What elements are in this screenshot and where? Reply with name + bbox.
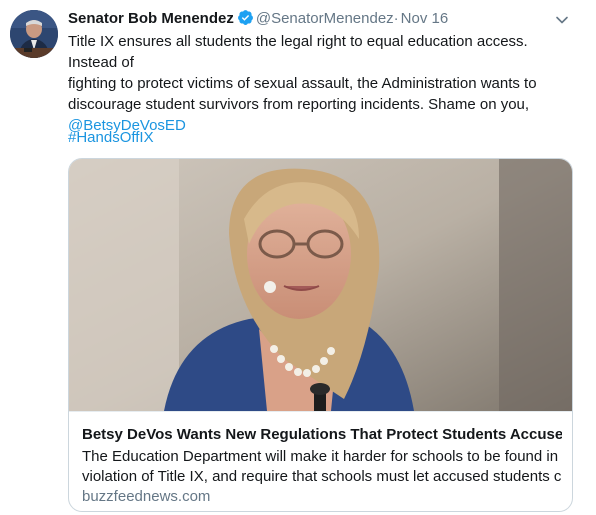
- tweet-text-line: Title IX ensures all students the legal …: [68, 33, 528, 71]
- card-description-line: The Education Department will make it ha…: [82, 448, 559, 465]
- tweet-date[interactable]: Nov 16: [401, 10, 449, 27]
- author-name[interactable]: Senator Bob Menendez: [68, 10, 234, 27]
- tweet-header: Senator Bob Menendez @SenatorMenendez· Nov…: [68, 9, 556, 32]
- chevron-down-icon[interactable]: [554, 12, 570, 28]
- hashtag-link[interactable]: #HandsOffIX: [68, 128, 154, 148]
- card-body: Betsy DeVos Wants New Regulations That P…: [69, 411, 572, 511]
- card-domain: buzzfeednews.com: [82, 488, 211, 505]
- avatar[interactable]: [10, 10, 58, 58]
- tweet[interactable]: Senator Bob Menendez @SenatorMenendez· Nov…: [0, 0, 596, 515]
- separator-dot: ·: [393, 10, 399, 27]
- card-description: The Education Department will make it ha…: [82, 447, 562, 487]
- avatar-photo: [10, 10, 58, 58]
- author-handle[interactable]: @SenatorMenendez: [256, 10, 394, 27]
- link-card[interactable]: Betsy DeVos Wants New Regulations That P…: [68, 158, 573, 512]
- tweet-text-line: fighting to protect victims of sexual as…: [68, 75, 537, 92]
- card-description-line: violation of Title IX, and require that …: [82, 468, 562, 485]
- tweet-text-line: discourage student survivors from report…: [68, 96, 530, 113]
- card-image: [69, 159, 572, 411]
- card-title[interactable]: Betsy DeVos Wants New Regulations That P…: [82, 425, 562, 445]
- verified-badge-icon: [237, 9, 254, 32]
- tweet-text: Title IX ensures all students the legal …: [68, 31, 578, 136]
